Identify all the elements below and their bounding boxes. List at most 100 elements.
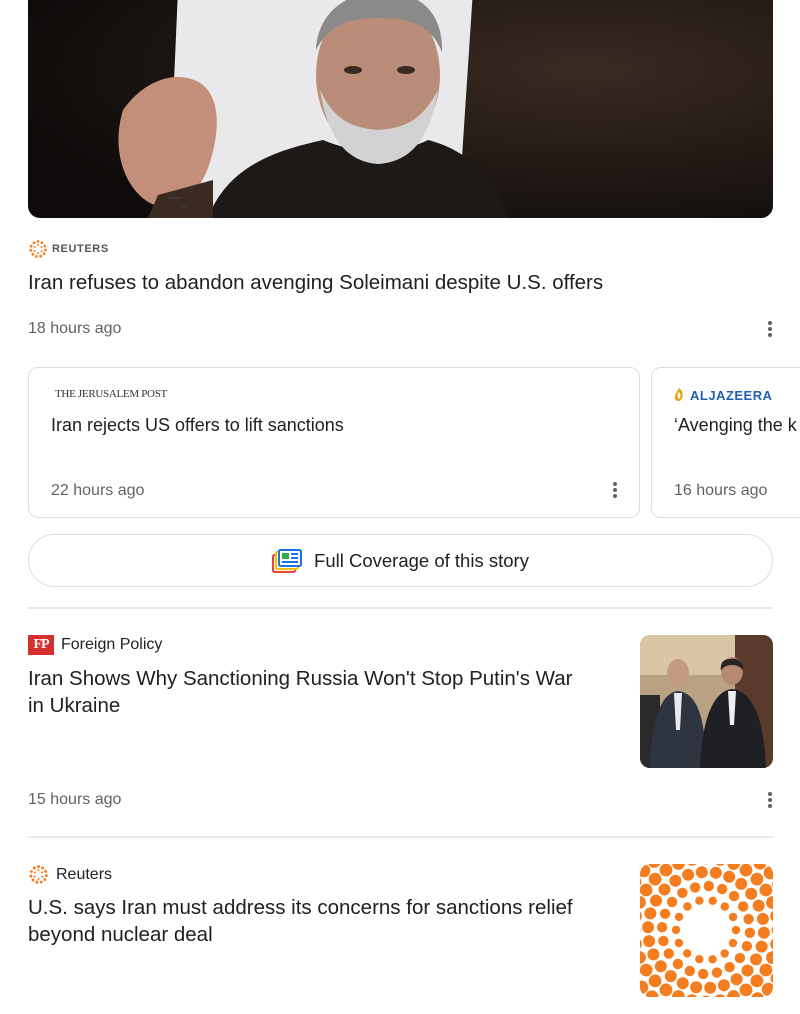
pattern-dot (717, 883, 728, 895)
headline-line: beyond nuclear deal (28, 923, 213, 946)
pattern-dot (744, 927, 756, 938)
pattern-dot (658, 935, 669, 947)
pattern-dot (663, 948, 674, 959)
pattern-dot (723, 870, 736, 883)
pattern-dot (738, 901, 749, 912)
pattern-dot (698, 968, 709, 980)
pattern-dot (708, 896, 717, 905)
pattern-dot (759, 883, 773, 897)
more-vert-icon (768, 327, 772, 331)
article-headline[interactable]: Iran Shows Why Sanctioning Russia Won't … (28, 665, 628, 719)
pattern-dot (734, 952, 746, 964)
top-story-headline[interactable]: Iran refuses to abandon avenging Soleima… (28, 269, 603, 296)
article-source: FP Foreign Policy (28, 635, 162, 655)
pattern-dot (683, 949, 692, 958)
pattern-dot (704, 981, 717, 994)
article-more-button[interactable] (760, 790, 780, 810)
pattern-dot (711, 967, 723, 978)
article-thumbnail[interactable] (640, 635, 773, 768)
divider (28, 607, 773, 609)
pattern-dot (656, 922, 668, 933)
pattern-dot (703, 880, 714, 892)
pattern-dot (728, 912, 738, 922)
pattern-dot (676, 977, 689, 990)
pattern-dot (643, 935, 656, 948)
divider (28, 836, 773, 838)
pattern-dot (731, 925, 741, 935)
pattern-dot (743, 913, 754, 925)
pattern-dot (739, 983, 753, 997)
pattern-dot (728, 938, 738, 948)
related-card-title: Iran rejects US offers to lift sanctions (51, 415, 344, 435)
related-card[interactable]: ALJAZEERA ‘Avenging the k 16 hours ago (651, 367, 800, 518)
pattern-dot (739, 864, 753, 877)
article-source: Reuters (28, 864, 112, 885)
reuters-icon (29, 865, 48, 884)
hero-image[interactable]: ⁀⁀‿ (28, 0, 773, 218)
pattern-dot (659, 864, 673, 877)
pattern-dot (669, 874, 682, 887)
reuters-pattern-thumbnail (640, 864, 773, 997)
headline-line: in Ukraine (28, 694, 121, 717)
top-story-source: REUTERS (28, 239, 109, 259)
full-coverage-label: Full Coverage of this story (314, 549, 529, 571)
pattern-dot (666, 896, 678, 908)
article-source-name: Foreign Policy (61, 636, 163, 653)
pattern-dot (741, 941, 753, 952)
pattern-dot (695, 955, 704, 964)
pattern-dot (683, 902, 692, 911)
related-card-time: 16 hours ago (674, 482, 768, 499)
pattern-dot (640, 883, 653, 897)
pattern-dot (671, 925, 681, 935)
svg-text:⁀⁀‿: ⁀⁀‿ (167, 197, 188, 207)
pattern-dot (720, 949, 729, 958)
pattern-dot (709, 866, 722, 879)
pattern-dot (650, 894, 662, 907)
foreign-policy-logo: FP (28, 635, 54, 655)
article-thumbnail[interactable] (640, 864, 773, 997)
pattern-dot (717, 979, 730, 992)
pattern-dot (695, 896, 704, 905)
pattern-dot (640, 963, 653, 977)
pattern-dot (755, 940, 768, 953)
full-coverage-icon (272, 548, 303, 573)
pattern-dot (757, 926, 770, 939)
top-story-time: 18 hours ago (28, 320, 122, 337)
related-card[interactable]: THE JERUSALEM POST Iran rejects US offer… (28, 367, 640, 518)
pattern-dot (658, 883, 671, 896)
pattern-dot (647, 948, 660, 961)
pattern-dot (708, 955, 717, 964)
headline-line: U.S. says Iran must address its concerns… (28, 896, 573, 919)
related-card-title: ‘Avenging the k (674, 415, 797, 435)
article-headline[interactable]: U.S. says Iran must address its concerns… (28, 894, 628, 948)
pattern-dot (741, 964, 754, 977)
pattern-dot (684, 965, 695, 977)
pattern-dot (730, 973, 743, 986)
pattern-dot (759, 963, 773, 977)
pattern-dot (728, 890, 740, 902)
pattern-dot (664, 970, 677, 983)
reuters-icon (29, 240, 47, 258)
jerusalem-post-logo: THE JERUSALEM POST (55, 388, 167, 400)
pattern-dot (648, 974, 662, 988)
more-vert-icon (613, 488, 617, 492)
pattern-dot (672, 958, 684, 970)
pattern-dot (750, 872, 764, 886)
pattern-dot (654, 960, 667, 973)
aljazeera-icon (674, 388, 683, 402)
pattern-dot (752, 899, 765, 912)
aljazeera-logo: ALJAZEERA (672, 387, 773, 403)
article-time: 15 hours ago (28, 791, 122, 808)
top-story-more-button[interactable] (760, 319, 780, 339)
related-card-more-button[interactable] (605, 480, 625, 500)
pattern-dot (648, 872, 662, 886)
pattern-dot (677, 887, 688, 898)
pattern-dot (682, 868, 695, 881)
pattern-dot (659, 908, 671, 919)
full-coverage-button[interactable]: Full Coverage of this story (28, 534, 773, 587)
pattern-dot (750, 953, 762, 966)
pattern-dot (745, 887, 758, 900)
pattern-dot (642, 921, 655, 934)
article-source-name: Reuters (56, 865, 113, 883)
headline-line: Iran Shows Why Sanctioning Russia Won't … (28, 667, 573, 690)
